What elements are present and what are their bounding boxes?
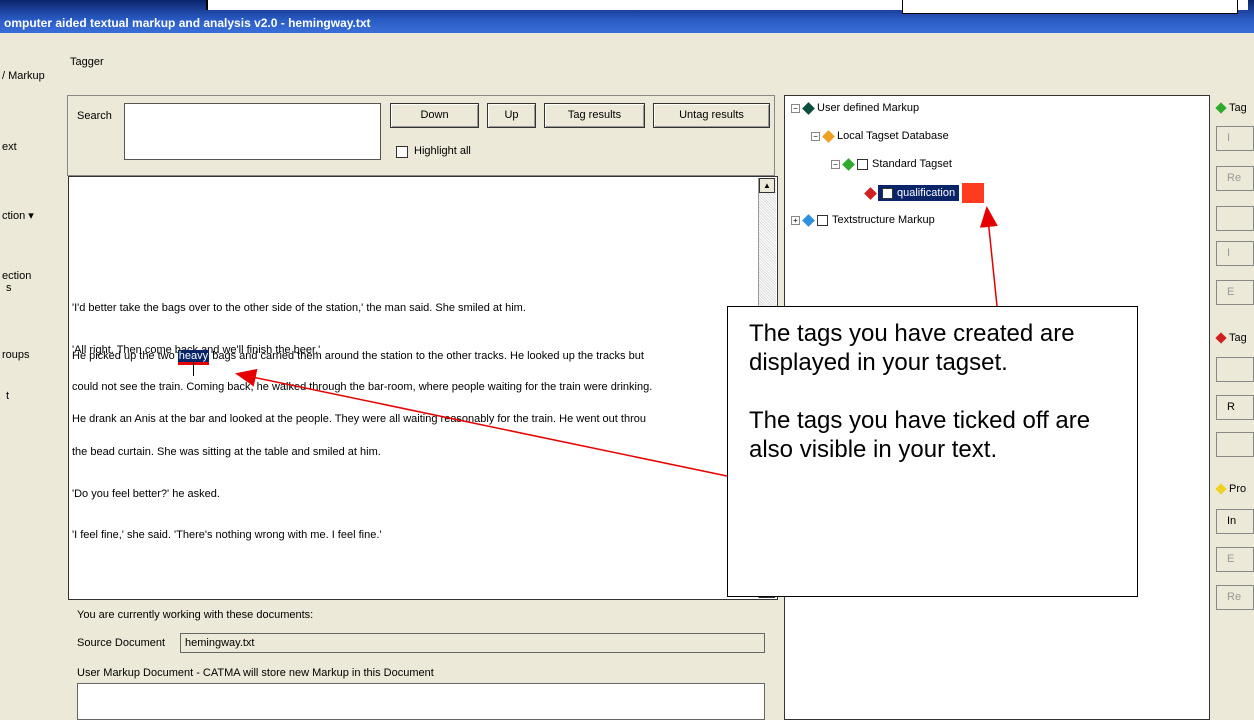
window-title: omputer aided textual markup and analysi…: [4, 16, 371, 30]
callout-paragraph: The tags you have ticked off are also vi…: [749, 407, 1091, 463]
collapse-icon[interactable]: −: [831, 159, 840, 169]
text-line-with-tag: He picked up the two heavy bags and carr…: [72, 350, 644, 365]
tree-node-standard-tagset[interactable]: − Standard Tagset: [831, 157, 952, 171]
text-line: 'Do you feel better?' he asked.: [72, 488, 220, 500]
tree-node-local-tagset-database[interactable]: − Local Tagset Database: [811, 129, 949, 143]
top-overlay-box: [902, 0, 1238, 14]
right-panel-button[interactable]: [1216, 357, 1254, 382]
diamond-icon: [1215, 483, 1227, 495]
tree-node-label: qualification: [897, 187, 956, 199]
sidebar: / Markup ext ction ▾ ection s roups t: [0, 33, 62, 720]
tag-results-button[interactable]: Tag results: [544, 103, 645, 128]
user-markup-document-field[interactable]: [77, 683, 765, 720]
right-panel-heading: Tag: [1229, 332, 1247, 344]
right-panel-button[interactable]: [1216, 206, 1254, 231]
diamond-icon: [864, 186, 877, 200]
text-segment: bags and carried them around the station…: [209, 350, 644, 362]
sidebar-item-collection-analysis[interactable]: ection: [2, 270, 31, 282]
right-panel-button[interactable]: E: [1216, 280, 1254, 305]
diamond-icon: [802, 213, 815, 227]
right-panel-header: Tag: [1215, 332, 1247, 344]
right-panel-button[interactable]: Re: [1216, 585, 1254, 610]
text-segment: He picked up the two: [72, 350, 178, 362]
untag-results-button[interactable]: Untag results: [653, 103, 770, 128]
text-line: 'I'd better take the bags over to the ot…: [72, 302, 526, 314]
tree-node-label: Standard Tagset: [872, 158, 952, 170]
sidebar-item-groups[interactable]: roups: [2, 349, 30, 361]
collapse-icon[interactable]: −: [811, 131, 820, 141]
text-line: 'I feel fine,' she said. 'There's nothin…: [72, 529, 382, 541]
tree-node-selected[interactable]: ✓ qualification: [878, 185, 960, 201]
collapse-icon[interactable]: −: [791, 103, 800, 113]
tree-node-label: User defined Markup: [817, 102, 920, 114]
search-label: Search: [77, 110, 112, 122]
highlight-all-checkbox[interactable]: [396, 146, 408, 158]
right-panel-button[interactable]: I: [1216, 126, 1254, 151]
tag-color-swatch: [962, 183, 985, 203]
right-panel-button[interactable]: In: [1216, 509, 1254, 534]
annotation-callout: The tags you have created are displayed …: [727, 306, 1138, 597]
right-panel-button[interactable]: [1216, 432, 1254, 457]
right-panel-button[interactable]: E: [1216, 547, 1254, 572]
tree-node-user-defined-markup[interactable]: − User defined Markup: [791, 101, 920, 115]
up-button[interactable]: Up: [487, 103, 536, 128]
right-panel-button[interactable]: I: [1216, 241, 1254, 266]
right-panel-heading: Pro: [1229, 483, 1247, 495]
sidebar-item-text[interactable]: ext: [2, 141, 17, 153]
search-input[interactable]: [124, 103, 381, 160]
diamond-icon: [1215, 102, 1227, 114]
text-line: the bead curtain. She was sitting at the…: [72, 446, 381, 458]
expand-icon[interactable]: +: [791, 215, 800, 225]
tree-node-label: Local Tagset Database: [837, 130, 949, 142]
sidebar-item-t[interactable]: t: [6, 390, 9, 402]
diamond-icon: [822, 129, 835, 143]
down-button[interactable]: Down: [390, 103, 479, 128]
tab-tagger[interactable]: Tagger: [70, 56, 104, 68]
sidebar-item-collection-dropdown[interactable]: ction ▾: [2, 209, 34, 222]
right-panel-button[interactable]: R: [1216, 395, 1254, 420]
right-panel-heading: Tag: [1229, 102, 1247, 114]
standard-tagset-checkbox[interactable]: [857, 158, 868, 170]
source-document-label: Source Document: [77, 637, 166, 649]
qualification-checkbox-checked[interactable]: ✓: [882, 187, 893, 199]
scroll-up-icon[interactable]: ▲: [759, 178, 775, 193]
diamond-icon: [802, 101, 815, 115]
callout-paragraph: The tags you have created are displayed …: [749, 320, 1075, 376]
diamond-icon: [1215, 332, 1227, 344]
textstructure-checkbox[interactable]: [817, 214, 828, 226]
user-markup-document-label: User Markup Document - CATMA will store …: [77, 667, 434, 679]
source-document-field: hemingway.txt: [180, 633, 765, 653]
right-panel-header: Tag: [1215, 102, 1247, 114]
text-line: He drank an Anis at the bar and looked a…: [72, 413, 646, 425]
highlight-all-label: Highlight all: [414, 145, 471, 157]
right-panel-button[interactable]: Re: [1216, 166, 1254, 191]
tree-node-textstructure-markup[interactable]: + Textstructure Markup: [791, 213, 935, 227]
text-line: could not see the train. Coming back, he…: [72, 381, 653, 393]
text-cursor: [193, 361, 194, 376]
tree-node-qualification[interactable]: ✓ qualification: [864, 183, 985, 203]
sidebar-item-markup[interactable]: / Markup: [2, 70, 45, 82]
documents-info: You are currently working with these doc…: [77, 609, 314, 621]
diamond-icon: [842, 157, 855, 171]
right-panel-header: Pro: [1215, 483, 1247, 495]
sidebar-item-collection-analysis-2[interactable]: s: [6, 282, 12, 294]
tree-node-label: Textstructure Markup: [832, 214, 935, 226]
